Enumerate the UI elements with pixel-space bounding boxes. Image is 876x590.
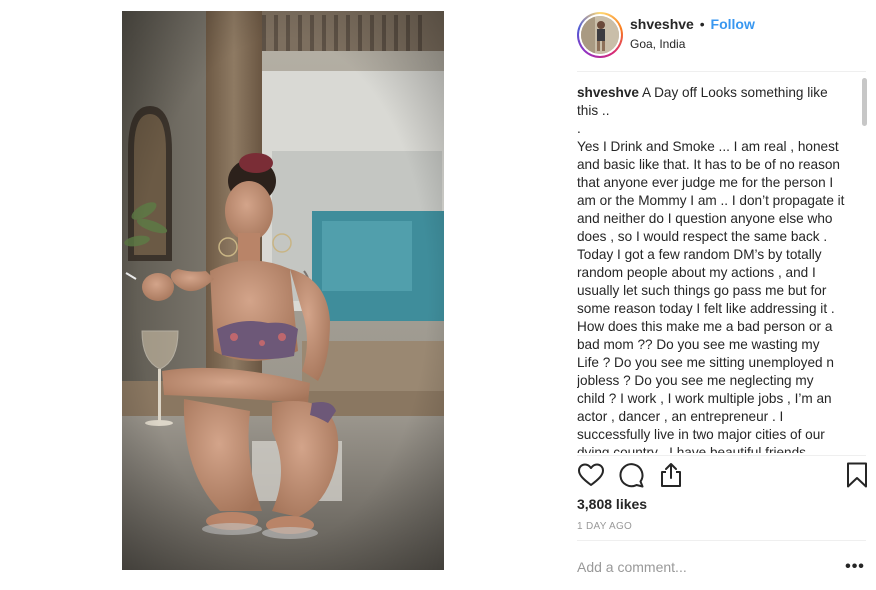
avatar[interactable] <box>581 16 619 54</box>
separator-dot: • <box>699 16 705 32</box>
post-photo[interactable] <box>122 11 444 570</box>
heart-icon <box>578 463 604 486</box>
share-icon <box>661 463 681 487</box>
comment-bubble-icon <box>619 463 644 488</box>
like-button[interactable] <box>577 461 605 489</box>
caption-username[interactable]: shveshve <box>577 85 639 100</box>
user-line: shveshve • Follow <box>630 16 755 32</box>
follow-button[interactable]: Follow <box>711 16 755 32</box>
post-details-panel: shveshve • Follow Goa, India shveshve A … <box>577 0 867 590</box>
share-button[interactable] <box>657 461 685 489</box>
post-photo-image <box>122 11 444 570</box>
avatar-image <box>581 16 619 54</box>
comment-button[interactable] <box>617 461 645 489</box>
location-link[interactable]: Goa, India <box>630 37 685 51</box>
username-link[interactable]: shveshve <box>630 16 694 32</box>
post-timestamp[interactable]: 1 DAY AGO <box>577 521 632 532</box>
more-options-icon[interactable]: ••• <box>845 557 865 577</box>
action-bar <box>577 459 867 491</box>
story-ring[interactable] <box>577 12 623 58</box>
likes-count[interactable]: 3,808 likes <box>577 496 647 512</box>
caption-scroll-area[interactable]: shveshve A Day off Looks something like … <box>577 84 860 453</box>
caption-text: A Day off Looks something like this .. .… <box>577 85 845 453</box>
bookmark-icon <box>847 462 867 488</box>
comment-input[interactable] <box>577 557 827 577</box>
divider <box>577 455 866 456</box>
divider <box>577 540 866 541</box>
post-header: shveshve • Follow Goa, India <box>577 12 866 60</box>
divider <box>577 71 866 72</box>
caption: shveshve A Day off Looks something like … <box>577 84 845 453</box>
save-button[interactable] <box>843 461 871 489</box>
caption-scrollbar[interactable] <box>862 78 867 126</box>
